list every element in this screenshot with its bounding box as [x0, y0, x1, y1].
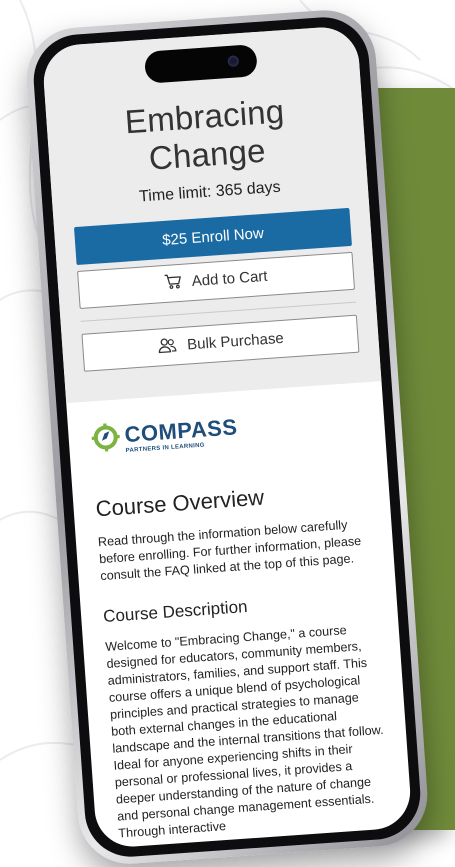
users-icon [156, 336, 177, 357]
cart-icon [164, 273, 183, 294]
course-content: COMPASS PARTNERS IN LEARNING Course Over… [66, 381, 412, 844]
phone-screen: Embracing Change Time limit: 365 days $2… [41, 24, 413, 850]
phone-mockup: Embracing Change Time limit: 365 days $2… [23, 6, 431, 867]
course-overview-text: Read through the information below caref… [97, 517, 362, 584]
course-description-heading: Course Description [102, 597, 249, 627]
course-title: Embracing Change [123, 92, 286, 177]
enroll-now-label: $25 Enroll Now [161, 224, 265, 249]
compass-icon [90, 421, 122, 458]
bulk-purchase-button[interactable]: Bulk Purchase [81, 314, 360, 372]
course-description-text: Welcome to "Embracing Change," a course … [104, 623, 384, 841]
compass-logo: COMPASS PARTNERS IN LEARNING [90, 405, 364, 459]
add-to-cart-label: Add to Cart [191, 267, 269, 291]
camera-icon [227, 55, 240, 68]
course-overview-heading: Course Overview [94, 484, 265, 522]
bulk-purchase-label: Bulk Purchase [186, 329, 285, 354]
course-header: Embracing Change Time limit: 365 days $2… [41, 24, 382, 404]
